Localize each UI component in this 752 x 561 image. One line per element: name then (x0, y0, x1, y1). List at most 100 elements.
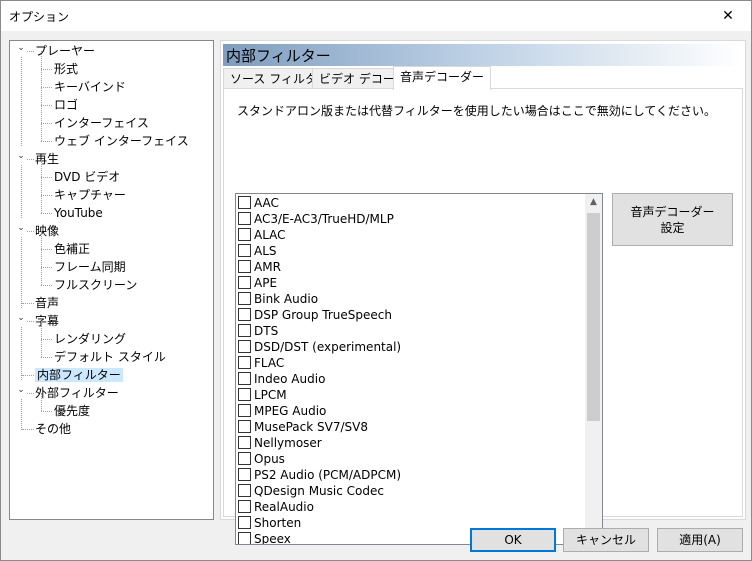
decoder-list-item[interactable]: DSD/DST (experimental) (238, 339, 401, 355)
tree-item-page[interactable]: 形式 (54, 60, 78, 78)
decoder-checkbox[interactable] (238, 452, 251, 465)
tree-connector (41, 267, 42, 285)
decoder-label: Opus (254, 452, 285, 466)
decoder-list-item[interactable]: ALAC (238, 227, 286, 243)
decoder-checkbox[interactable] (238, 212, 251, 225)
tree-connector (41, 249, 42, 267)
scrollbar-thumb[interactable] (587, 213, 600, 421)
decoder-list-item[interactable]: DSP Group TrueSpeech (238, 307, 392, 323)
decoder-list-item[interactable]: Nellymoser (238, 435, 322, 451)
tree-item-page[interactable]: レンダリング (54, 330, 126, 348)
decoder-checkbox[interactable] (238, 516, 251, 529)
decoder-label: Shorten (254, 516, 302, 530)
decoder-list-item[interactable]: MPEG Audio (238, 403, 326, 419)
tree-item-label: DVD ビデオ (54, 170, 121, 184)
decoder-checkbox[interactable] (238, 484, 251, 497)
close-button[interactable]: ✕ (705, 1, 751, 31)
decoder-checkbox[interactable] (238, 196, 251, 209)
tree-item-page[interactable]: デフォルト スタイル (54, 348, 166, 366)
decoder-list-item[interactable]: RealAudio (238, 499, 314, 515)
decoder-checklist[interactable]: Speex Shorten RealAudio QDesign Music Codec… (235, 193, 603, 545)
audio-decoder-settings-button[interactable]: 音声デコーダー 設定 (612, 193, 733, 246)
decoder-list-item[interactable]: DTS (238, 323, 278, 339)
decoder-checkbox[interactable] (238, 500, 251, 513)
expand-chevron-icon[interactable]: ⌄ (16, 41, 26, 57)
tree-item-label: インターフェイス (54, 116, 149, 130)
decoder-checkbox[interactable] (238, 324, 251, 337)
tree-item-page[interactable]: 優先度 (54, 402, 90, 420)
tree-item-page[interactable]: ウェブ インターフェイス (54, 132, 189, 150)
tree-item-page[interactable]: 色補正 (54, 240, 90, 258)
decoder-checkbox[interactable] (238, 340, 251, 353)
tree-item-category[interactable]: 字幕 (35, 312, 59, 330)
expand-chevron-icon[interactable]: ⌄ (16, 219, 26, 237)
decoder-checkbox[interactable] (238, 308, 251, 321)
decoder-list-item[interactable]: MusePack SV7/SV8 (238, 419, 368, 435)
ok-button[interactable]: OK (470, 528, 556, 552)
decoder-checkbox[interactable] (238, 292, 251, 305)
decoder-label: AMR (254, 260, 281, 274)
tab-audio-decoder[interactable]: 音声デコーダー (393, 66, 492, 90)
tree-item-page[interactable]: ロゴ (54, 96, 78, 114)
tree-item-page[interactable]: インターフェイス (54, 114, 149, 132)
tree-item-category[interactable]: プレーヤー (35, 42, 95, 60)
tree-item-page[interactable]: フルスクリーン (54, 276, 137, 294)
scroll-up-arrow-icon[interactable]: ▲ (585, 194, 602, 211)
tree-connector (41, 267, 52, 268)
tree-item-category[interactable]: 音声 (35, 294, 59, 312)
decoder-list-item[interactable]: Bink Audio (238, 291, 318, 307)
expand-chevron-icon[interactable]: ⌄ (16, 381, 26, 399)
cancel-button[interactable]: キャンセル (563, 528, 649, 552)
decoder-label: DSP Group TrueSpeech (254, 308, 392, 322)
decoder-list-item[interactable]: QDesign Music Codec (238, 483, 384, 499)
config-button-line2: 設定 (660, 221, 685, 235)
options-tree[interactable]: ⌄ プレーヤー 形式 キーバインド ロゴインターフェイスウェブ インターフェイス ⌄ 再生 D… (9, 40, 214, 520)
tree-item-page[interactable]: キーバインド (54, 78, 126, 96)
tree-item-page[interactable]: YouTube (54, 204, 103, 222)
decoder-list-item[interactable]: ALS (238, 243, 277, 259)
decoder-checkbox[interactable] (238, 532, 251, 544)
decoder-list-item[interactable]: AC3/E-AC3/TrueHD/MLP (238, 211, 394, 227)
tree-item-category[interactable]: 映像 (35, 222, 59, 240)
decoder-checkbox[interactable] (238, 436, 251, 449)
expand-chevron-icon[interactable]: ⌄ (16, 147, 26, 165)
decoder-checkbox[interactable] (238, 228, 251, 241)
decoder-list-item[interactable]: AMR (238, 259, 281, 275)
decoder-list-item[interactable]: PS2 Audio (PCM/ADPCM) (238, 467, 401, 483)
tree-connector (41, 231, 42, 249)
tree-item-category[interactable]: 内部フィルター (35, 366, 123, 384)
tree-item-category[interactable]: 再生 (35, 150, 59, 168)
decoder-label: AC3/E-AC3/TrueHD/MLP (254, 212, 394, 226)
tree-connector (41, 195, 42, 213)
tree-item-page[interactable]: DVD ビデオ (54, 168, 120, 186)
decoder-list-item[interactable]: Indeo Audio (238, 371, 325, 387)
tree-item-category[interactable]: 外部フィルター (35, 384, 119, 402)
decoder-list-item[interactable]: APE (238, 275, 277, 291)
decoder-checkbox[interactable] (238, 404, 251, 417)
tree-item-label: その他 (35, 422, 72, 436)
expand-chevron-icon[interactable]: ⌄ (16, 309, 26, 327)
decoder-list-item[interactable]: Shorten (238, 515, 301, 531)
decoder-label: DTS (254, 324, 279, 338)
tree-item-page[interactable]: キャプチャー (54, 186, 126, 204)
apply-button[interactable]: 適用(A) (657, 528, 743, 552)
decoder-checkbox[interactable] (238, 276, 251, 289)
decoder-list-item[interactable]: FLAC (238, 355, 284, 371)
decoder-checkbox[interactable] (238, 468, 251, 481)
decoder-checkbox[interactable] (238, 388, 251, 401)
tree-item-label: レンダリング (54, 332, 127, 346)
decoder-checkbox[interactable] (238, 420, 251, 433)
decoder-list-item[interactable]: LPCM (238, 387, 287, 403)
decoder-label: MPEG Audio (254, 404, 327, 418)
decoder-list-item[interactable]: AAC (238, 195, 279, 211)
decoder-list-item[interactable]: Opus (238, 451, 285, 467)
tree-item-category[interactable]: その他 (35, 420, 71, 438)
tree-item-label: フルスクリーン (54, 278, 138, 292)
decoder-checkbox[interactable] (238, 244, 251, 257)
decoder-checkbox[interactable] (238, 372, 251, 385)
decoder-checkbox[interactable] (238, 260, 251, 273)
list-scrollbar[interactable]: ▲ ▼ (585, 194, 602, 544)
tree-item-page[interactable]: フレーム同期 (54, 258, 126, 276)
decoder-checkbox[interactable] (238, 356, 251, 369)
decoder-list-item[interactable]: Speex (238, 531, 291, 544)
